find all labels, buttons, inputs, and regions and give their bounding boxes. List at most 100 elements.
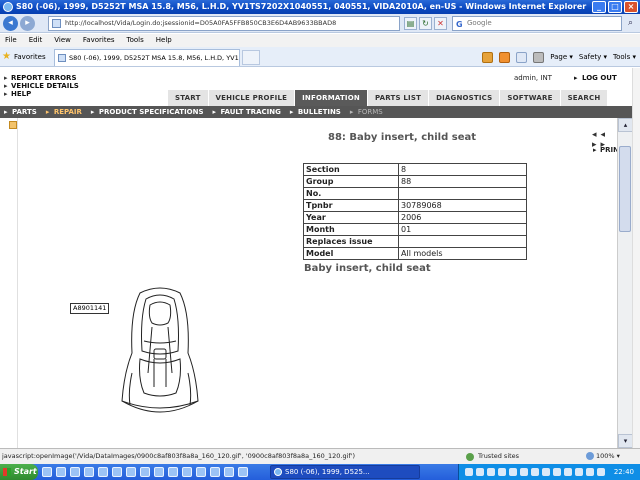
home-icon[interactable] [482, 51, 494, 63]
back-button[interactable]: ◂ [3, 16, 18, 31]
tray-icon[interactable] [542, 468, 550, 476]
stop-icon[interactable]: ✕ [434, 17, 447, 30]
logout-link[interactable]: LOG OUT [574, 74, 617, 82]
quicklaunch-icon[interactable] [126, 467, 136, 477]
vehicle-details-link[interactable]: VEHICLE DETAILS [4, 82, 79, 90]
refresh-icon[interactable]: ↻ [419, 17, 432, 30]
url-input[interactable]: http://localhost/Vida/Login.do;jsessioni… [48, 16, 400, 31]
clock: 22:40 [613, 468, 634, 476]
tab-search[interactable]: SEARCH [560, 90, 609, 106]
quicklaunch-icon[interactable] [140, 467, 150, 477]
taskbar-window-title: S80 (-06), 1999, D525... [285, 468, 370, 476]
new-tab-button[interactable] [242, 50, 260, 65]
browser-tab[interactable]: S80 (-06), 1999, D5252T MSA 15.8, M56, L… [54, 49, 240, 66]
quicklaunch-icon[interactable] [182, 467, 192, 477]
quicklaunch-icon[interactable] [56, 467, 66, 477]
quick-launch [42, 467, 248, 477]
current-user: admin, INT [514, 74, 552, 82]
tab-software[interactable]: SOFTWARE [500, 90, 561, 106]
tray-icon[interactable] [520, 468, 528, 476]
quicklaunch-icon[interactable] [98, 467, 108, 477]
search-icon[interactable]: ⌕ [624, 17, 637, 30]
tray-icon[interactable] [597, 468, 605, 476]
tray-icon[interactable] [553, 468, 561, 476]
menu-file[interactable]: File [5, 34, 17, 47]
quicklaunch-icon[interactable] [112, 467, 122, 477]
row-value [398, 235, 527, 248]
child-seat-illustration[interactable] [110, 283, 210, 423]
zoom-control[interactable]: 100% ▾ [586, 449, 620, 464]
quicklaunch-icon[interactable] [238, 467, 248, 477]
tray-icon[interactable] [531, 468, 539, 476]
tab-vehicle-profile[interactable]: VEHICLE PROFILE [208, 90, 296, 106]
content-scrollbar[interactable]: ▴ ▾ [617, 118, 633, 448]
subtab-bulletins[interactable]: BULLETINS [286, 106, 346, 118]
safety-menu[interactable]: Safety ▾ [579, 50, 607, 64]
subtab-repair[interactable]: REPAIR [42, 106, 87, 118]
quicklaunch-icon[interactable] [42, 467, 52, 477]
row-value [398, 187, 527, 200]
quicklaunch-icon[interactable] [210, 467, 220, 477]
close-button[interactable]: × [624, 1, 638, 13]
print-icon[interactable] [533, 51, 545, 63]
ie-icon [3, 2, 13, 12]
subtab-fault-tracing[interactable]: FAULT TRACING [209, 106, 286, 118]
menu-view[interactable]: View [54, 34, 71, 47]
quicklaunch-icon[interactable] [154, 467, 164, 477]
row-key: Model [303, 247, 399, 260]
sub-navigation: PARTS REPAIR PRODUCT SPECIFICATIONS FAUL… [0, 106, 632, 118]
tab-page-icon [58, 54, 66, 62]
scroll-down-icon[interactable]: ▾ [618, 434, 633, 448]
quicklaunch-icon[interactable] [84, 467, 94, 477]
tray-icon[interactable] [564, 468, 572, 476]
scroll-thumb[interactable] [619, 146, 631, 232]
menu-tools[interactable]: Tools [127, 34, 144, 47]
tray-icon[interactable] [586, 468, 594, 476]
tray-icon[interactable] [498, 468, 506, 476]
tab-parts-list[interactable]: PARTS LIST [367, 90, 430, 106]
favorites-button[interactable]: ★ Favorites [2, 50, 46, 64]
menu-help[interactable]: Help [156, 34, 172, 47]
mail-icon[interactable] [516, 51, 528, 63]
page-menu[interactable]: Page ▾ [550, 50, 573, 64]
folder-icon[interactable] [9, 121, 17, 129]
row-key: Group [303, 175, 399, 188]
minimize-button[interactable]: _ [592, 1, 606, 13]
tab-information[interactable]: INFORMATION [295, 90, 368, 106]
taskbar: Start S80 (-06), 1999, D525... 22:40 [0, 464, 640, 480]
report-errors-link[interactable]: REPORT ERRORS [4, 74, 77, 82]
forward-button[interactable]: ▸ [20, 16, 35, 31]
table-row: Model All models [303, 247, 527, 260]
compatibility-icon[interactable]: ▤ [404, 17, 417, 30]
tab-start[interactable]: START [168, 90, 209, 106]
system-tray: 22:40 [458, 464, 640, 480]
image-label: A8901141 [70, 303, 110, 314]
tray-icon[interactable] [509, 468, 517, 476]
menu-bar: File Edit View Favorites Tools Help [0, 34, 640, 47]
quicklaunch-icon[interactable] [70, 467, 80, 477]
quicklaunch-icon[interactable] [196, 467, 206, 477]
subtab-product-specifications[interactable]: PRODUCT SPECIFICATIONS [87, 106, 209, 118]
maximize-button[interactable]: □ [608, 1, 622, 13]
tray-icon[interactable] [487, 468, 495, 476]
feeds-icon[interactable] [499, 51, 511, 63]
help-link[interactable]: HELP [4, 90, 31, 98]
tray-icon[interactable] [465, 468, 473, 476]
scroll-up-icon[interactable]: ▴ [618, 118, 633, 132]
tray-icon[interactable] [476, 468, 484, 476]
print-link[interactable]: PRINT [593, 146, 617, 154]
security-zone[interactable]: Trusted sites [466, 449, 519, 464]
search-input[interactable]: G Google [452, 16, 622, 31]
taskbar-ie-window[interactable]: S80 (-06), 1999, D525... [270, 465, 420, 479]
tab-diagnostics[interactable]: DIAGNOSTICS [429, 90, 501, 106]
quicklaunch-icon[interactable] [168, 467, 178, 477]
start-button[interactable]: Start [0, 464, 38, 480]
window-scrollbar[interactable] [632, 68, 640, 448]
menu-favorites[interactable]: Favorites [83, 34, 115, 47]
tray-icon[interactable] [575, 468, 583, 476]
menu-edit[interactable]: Edit [29, 34, 43, 47]
subtab-parts[interactable]: PARTS [0, 106, 42, 118]
status-bar: javascript:openImage('/Vida/DataImages/0… [0, 448, 640, 464]
tools-menu[interactable]: Tools ▾ [613, 50, 636, 64]
quicklaunch-icon[interactable] [224, 467, 234, 477]
